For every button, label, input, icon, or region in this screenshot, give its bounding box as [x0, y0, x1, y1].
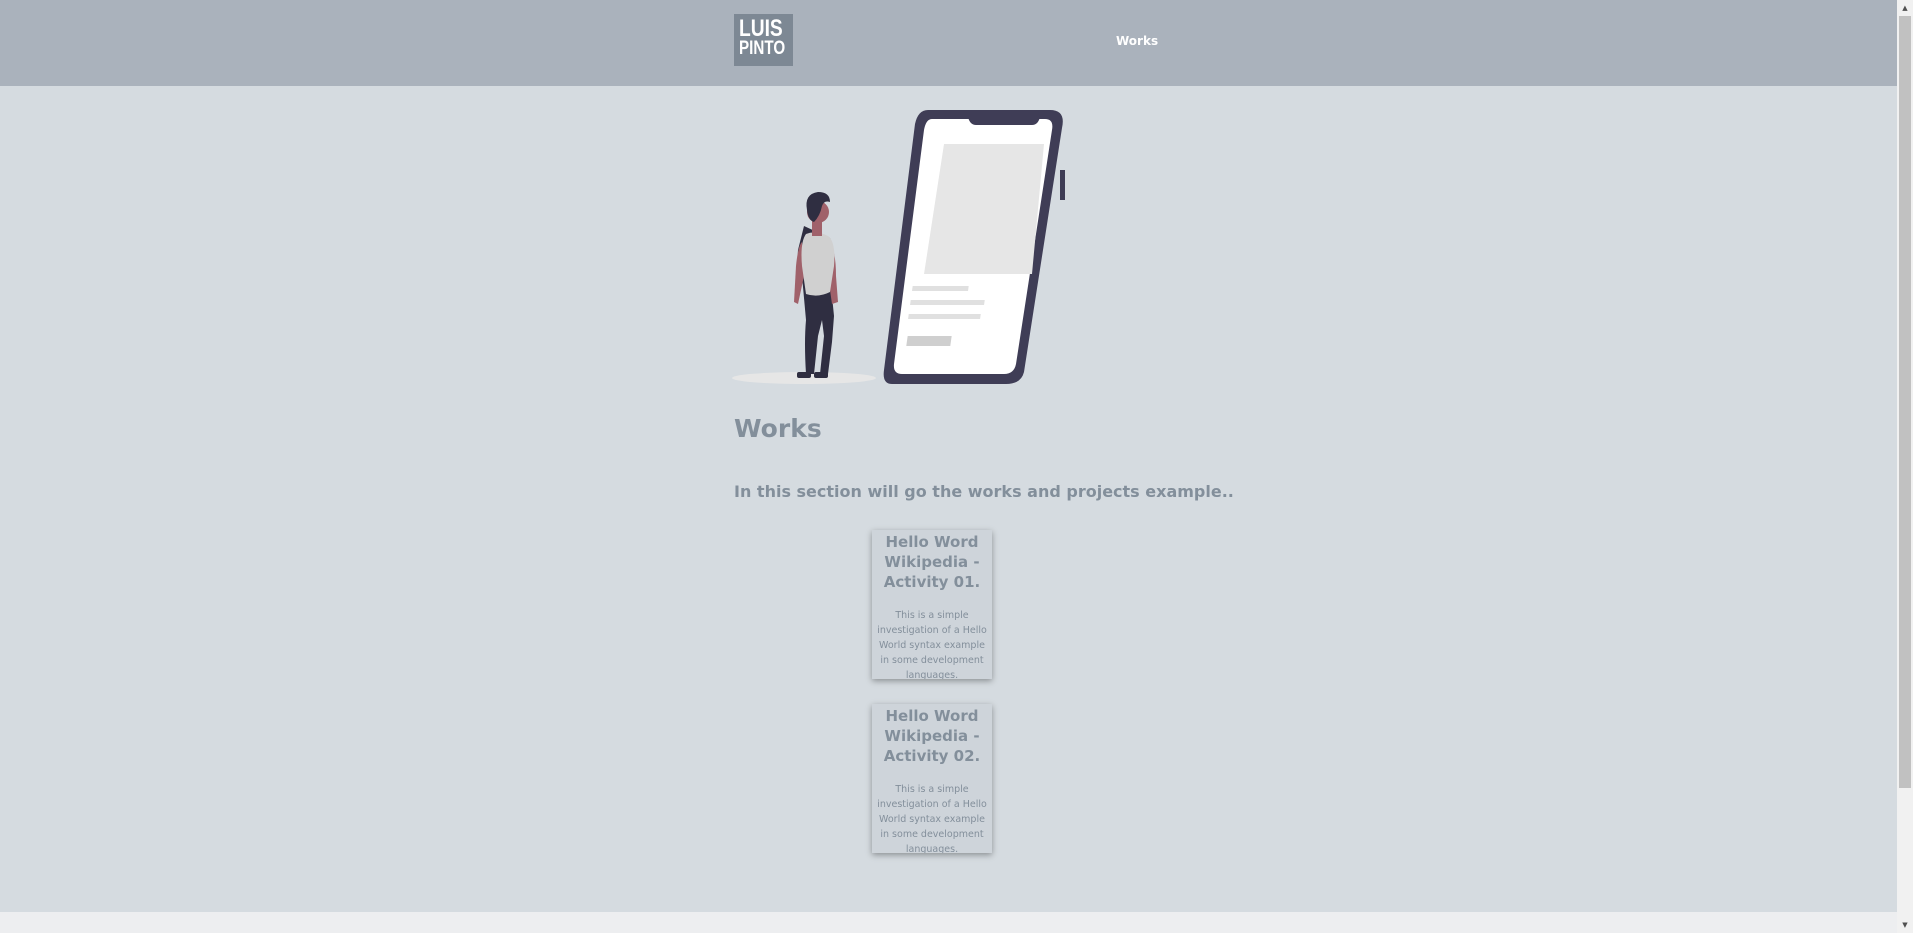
scroll-down-arrow-icon[interactable]: ▼	[1897, 917, 1913, 933]
site-logo[interactable]: LUIS PINTO	[734, 14, 793, 66]
hero-illustration	[732, 110, 1065, 384]
page: LUIS PINTO Works Works In this section w…	[0, 0, 1897, 933]
smartphone-illustration	[883, 110, 1065, 384]
card-title: Hello Word Wikipedia - Activity 02.	[883, 707, 981, 765]
site-header: LUIS PINTO Works	[0, 0, 1897, 86]
person-illustration	[794, 192, 838, 378]
footer	[0, 912, 1897, 933]
scroll-up-arrow-icon[interactable]: ▲	[1897, 0, 1913, 16]
nav-link-works[interactable]: Works	[1116, 34, 1158, 48]
card-description: This is a simple investigation of a Hell…	[877, 610, 987, 679]
scrollbar-thumb[interactable]	[1899, 16, 1911, 788]
logo-line2: PINTO	[739, 38, 786, 59]
card-description: This is a simple investigation of a Hell…	[877, 784, 987, 853]
logo-line1: LUIS	[739, 15, 783, 42]
work-card[interactable]: Hello Word Wikipedia - Activity 01. This…	[872, 530, 992, 679]
page-title: Works	[734, 414, 822, 443]
section-intro: In this section will go the works and pr…	[734, 482, 1234, 501]
work-card[interactable]: Hello Word Wikipedia - Activity 02. This…	[872, 704, 992, 853]
card-title: Hello Word Wikipedia - Activity 01.	[883, 533, 981, 591]
